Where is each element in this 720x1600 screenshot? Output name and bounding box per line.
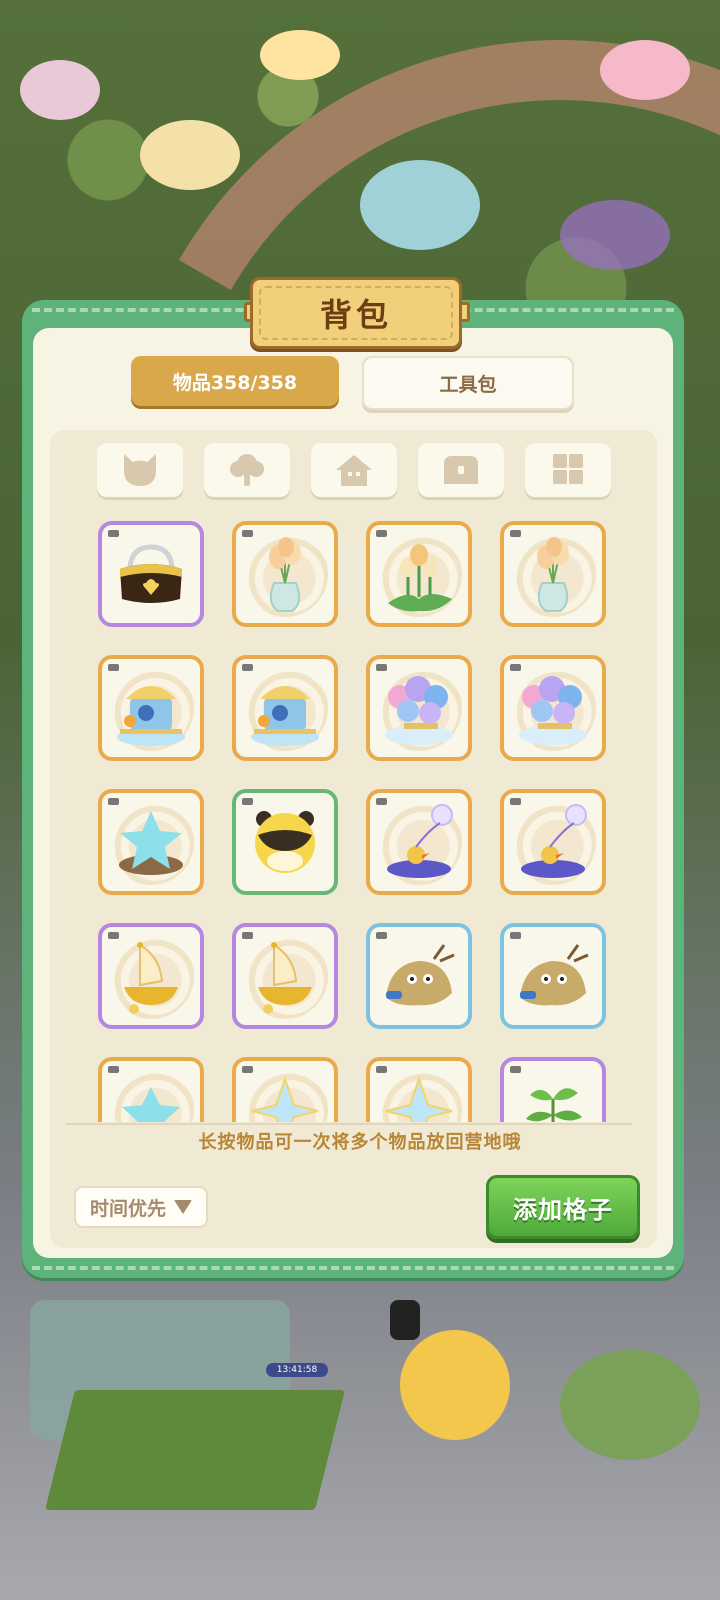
cat-icon [124,454,156,486]
item-slot[interactable] [98,521,204,627]
item-slot[interactable] [232,923,338,1029]
item-slot[interactable] [366,923,472,1029]
hydrangea-bench-icon [519,676,587,745]
item-slot[interactable] [500,923,606,1029]
item-slot[interactable] [500,1057,606,1122]
item-slot[interactable] [232,789,338,895]
bubble-duck-icon [387,804,453,878]
tab-toolkit[interactable]: 工具包 [362,356,574,410]
item-slot[interactable] [98,923,204,1029]
category-all-button[interactable] [525,443,611,497]
bubble-duck-icon [521,804,587,878]
rock-pile-icon [386,944,455,1006]
flower-vase-icon [269,537,301,612]
category-pets-button[interactable] [97,443,183,497]
sort-label: 时间优先 [89,1197,166,1220]
treasure-chest-icon [444,456,478,484]
item-slot[interactable] [366,789,472,895]
panel-title-plate: 背包 [250,277,462,349]
item-slot[interactable] [98,1057,204,1122]
item-slot[interactable] [98,789,204,895]
category-chests-button[interactable] [418,443,504,497]
item-grid[interactable] [50,515,657,1122]
item-slot[interactable] [232,655,338,761]
sort-dropdown[interactable]: 时间优先 [74,1186,208,1228]
item-slot[interactable] [366,521,472,627]
grid-icon [553,454,583,484]
add-slots-button[interactable]: 添加格子 [486,1175,640,1239]
tree-icon [230,454,264,486]
bear-ball-icon [255,811,315,873]
house-icon [336,455,372,486]
crystal-star-icon [251,1075,319,1122]
category-buildings-button[interactable] [311,443,397,497]
item-slot[interactable] [98,655,204,761]
leafy-plant-icon [526,1088,582,1122]
carousel-cart-icon [117,686,185,746]
golden-sailboat-icon [258,942,312,1014]
item-slot[interactable] [500,521,606,627]
scene-clock: 13:41:58 [266,1363,328,1377]
category-plants-button[interactable] [204,443,290,497]
item-slot[interactable] [500,789,606,895]
handbag-icon [120,544,182,603]
tab-items[interactable]: 物品358/358 [131,356,339,406]
item-slot[interactable] [366,655,472,761]
item-slot[interactable] [232,521,338,627]
panel-title: 背包 [319,296,392,334]
item-slot[interactable] [366,1057,472,1122]
carousel-cart-icon [251,686,319,746]
item-slot[interactable] [500,655,606,761]
crystal-star-icon [385,1075,453,1122]
golden-sailboat-icon [124,942,178,1014]
rock-pile-icon [520,944,589,1006]
star-stone-icon [119,811,183,875]
flower-vase-icon [537,537,569,612]
flower-plant-icon [388,544,452,612]
hint-text: 长按物品可一次将多个物品放回营地哦 [198,1132,522,1153]
triangle-down-icon [174,1200,192,1214]
item-slot[interactable] [232,1057,338,1122]
star-stone-icon [122,1087,180,1122]
hydrangea-bench-icon [385,676,453,745]
